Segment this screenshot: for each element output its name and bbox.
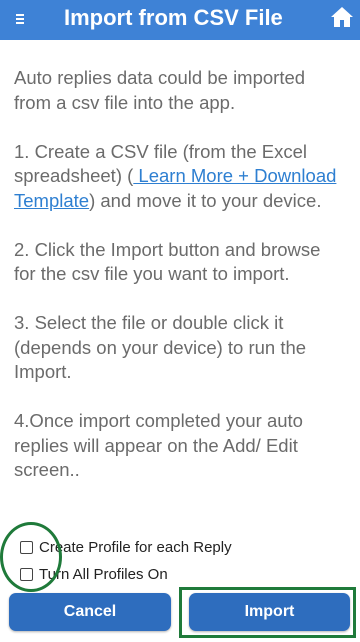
step-3-text: 3. Select the file or double click it (d…	[14, 312, 307, 382]
turn-profiles-on-checkbox[interactable]	[20, 567, 33, 581]
cancel-button[interactable]: Cancel	[9, 593, 171, 631]
import-csv-screen: Import from CSV File Auto replies data c…	[0, 0, 360, 642]
step-1-suffix: ) and move it to your device.	[89, 189, 322, 211]
home-icon[interactable]	[330, 5, 354, 29]
page-title: Import from CSV File	[64, 5, 283, 30]
intro-text: Auto replies data could be imported from…	[14, 67, 306, 113]
menu-icon[interactable]	[14, 10, 28, 26]
turn-profiles-on-label: Turn All Profiles On	[39, 565, 168, 583]
create-profile-checkbox[interactable]	[20, 540, 33, 554]
step-1-text: 1. Create a CSV file (from the Excel spr…	[14, 140, 346, 214]
step-4-text: 4.Once import completed your auto replie…	[14, 410, 303, 480]
app-header: Import from CSV File	[0, 0, 360, 40]
step-2-text: 2. Click the Import button and browse fo…	[14, 238, 321, 285]
import-button[interactable]: Import	[189, 593, 350, 631]
turn-profiles-on-checkbox-row[interactable]: Turn All Profiles On	[20, 564, 168, 584]
create-profile-label: Create Profile for each Reply	[39, 538, 232, 556]
create-profile-checkbox-row[interactable]: Create Profile for each Reply	[20, 537, 232, 557]
instructions: Auto replies data could be imported from…	[14, 66, 346, 507]
